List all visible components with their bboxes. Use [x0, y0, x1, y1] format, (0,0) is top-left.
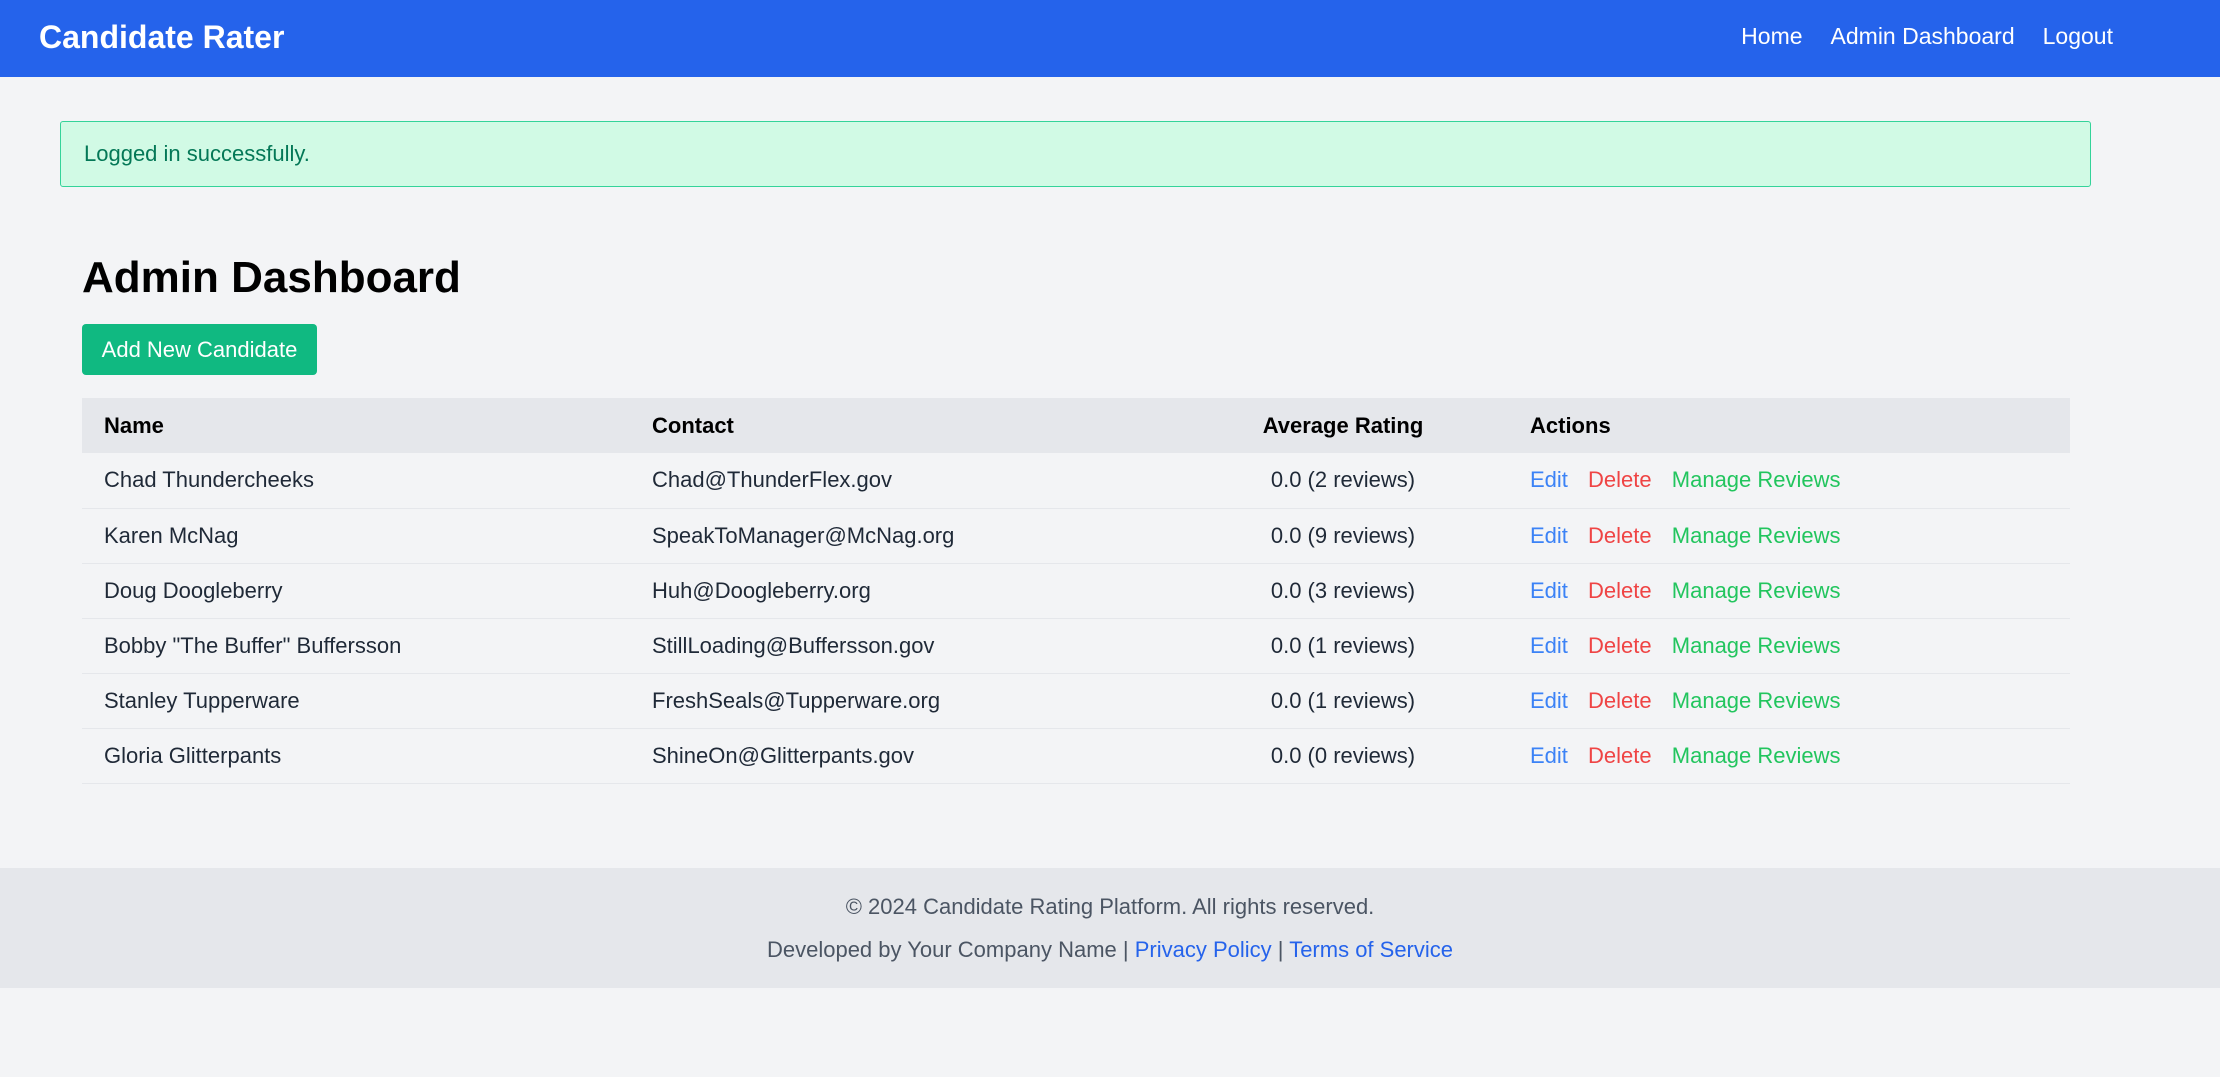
candidate-contact: SpeakToManager@McNag.org: [630, 508, 1178, 564]
column-header-name: Name: [82, 398, 630, 453]
row-actions: Edit Delete Manage Reviews: [1508, 453, 2070, 509]
column-header-contact: Contact: [630, 398, 1178, 453]
manage-reviews-link[interactable]: Manage Reviews: [1672, 467, 1841, 492]
manage-reviews-link[interactable]: Manage Reviews: [1672, 633, 1841, 658]
edit-link[interactable]: Edit: [1530, 688, 1568, 713]
candidate-contact: StillLoading@Buffersson.gov: [630, 618, 1178, 674]
edit-link[interactable]: Edit: [1530, 633, 1568, 658]
candidate-rating: 0.0 (9 reviews): [1178, 508, 1508, 564]
delete-link[interactable]: Delete: [1588, 688, 1652, 713]
candidate-rating: 0.0 (1 reviews): [1178, 673, 1508, 729]
row-actions: Edit Delete Manage Reviews: [1508, 508, 2070, 564]
candidate-rating: 0.0 (3 reviews): [1178, 563, 1508, 619]
footer-separator: |: [1277, 937, 1284, 962]
manage-reviews-link[interactable]: Manage Reviews: [1672, 523, 1841, 548]
table-row: Doug Doogleberry Huh@Doogleberry.org 0.0…: [82, 563, 2070, 619]
footer-links-line: Developed by Your Company Name | Privacy…: [0, 935, 2220, 965]
add-new-candidate-button[interactable]: Add New Candidate: [82, 324, 317, 375]
candidate-name: Karen McNag: [82, 508, 630, 564]
delete-link[interactable]: Delete: [1588, 633, 1652, 658]
candidate-rating: 0.0 (2 reviews): [1178, 453, 1508, 509]
navbar: Candidate Rater Home Admin Dashboard Log…: [0, 0, 2220, 77]
candidate-contact: Chad@ThunderFlex.gov: [630, 453, 1178, 509]
privacy-policy-link[interactable]: Privacy Policy: [1135, 937, 1272, 962]
table-row: Chad Thundercheeks Chad@ThunderFlex.gov …: [82, 453, 2070, 509]
row-actions: Edit Delete Manage Reviews: [1508, 563, 2070, 619]
nav-link-logout[interactable]: Logout: [2043, 20, 2113, 52]
brand-logo-text[interactable]: Candidate Rater: [39, 17, 284, 57]
nav-link-home[interactable]: Home: [1741, 20, 1802, 52]
delete-link[interactable]: Delete: [1588, 523, 1652, 548]
edit-link[interactable]: Edit: [1530, 523, 1568, 548]
table-row: Stanley Tupperware FreshSeals@Tupperware…: [82, 673, 2070, 729]
delete-link[interactable]: Delete: [1588, 578, 1652, 603]
footer-copyright: © 2024 Candidate Rating Platform. All ri…: [845, 894, 1375, 919]
table-row: Karen McNag SpeakToManager@McNag.org 0.0…: [82, 508, 2070, 564]
table-header-row: Name Contact Average Rating Actions: [82, 398, 2070, 453]
row-actions: Edit Delete Manage Reviews: [1508, 618, 2070, 674]
nav-link-admin-dashboard[interactable]: Admin Dashboard: [1831, 20, 2015, 52]
delete-link[interactable]: Delete: [1588, 743, 1652, 768]
edit-link[interactable]: Edit: [1530, 467, 1568, 492]
edit-link[interactable]: Edit: [1530, 578, 1568, 603]
table-row: Gloria Glitterpants ShineOn@Glitterpants…: [82, 728, 2070, 784]
candidate-rating: 0.0 (0 reviews): [1178, 728, 1508, 784]
candidate-name: Stanley Tupperware: [82, 673, 630, 729]
candidate-name: Doug Doogleberry: [82, 563, 630, 619]
candidate-contact: FreshSeals@Tupperware.org: [630, 673, 1178, 729]
candidate-contact: Huh@Doogleberry.org: [630, 563, 1178, 619]
candidate-name: Chad Thundercheeks: [82, 453, 630, 509]
column-header-actions: Actions: [1508, 398, 2070, 453]
candidate-rating: 0.0 (1 reviews): [1178, 618, 1508, 674]
candidate-name: Bobby "The Buffer" Buffersson: [82, 618, 630, 674]
page-title: Admin Dashboard: [82, 253, 461, 302]
manage-reviews-link[interactable]: Manage Reviews: [1672, 578, 1841, 603]
success-alert-text: Logged in successfully.: [84, 141, 310, 166]
column-header-average-rating: Average Rating: [1178, 398, 1508, 453]
success-alert: Logged in successfully.: [60, 121, 2091, 187]
edit-link[interactable]: Edit: [1530, 743, 1568, 768]
manage-reviews-link[interactable]: Manage Reviews: [1672, 688, 1841, 713]
candidate-name: Gloria Glitterpants: [82, 728, 630, 784]
row-actions: Edit Delete Manage Reviews: [1508, 728, 2070, 784]
footer: © 2024 Candidate Rating Platform. All ri…: [0, 868, 2220, 988]
candidate-contact: ShineOn@Glitterpants.gov: [630, 728, 1178, 784]
row-actions: Edit Delete Manage Reviews: [1508, 673, 2070, 729]
delete-link[interactable]: Delete: [1588, 467, 1652, 492]
footer-developed-by: Developed by Your Company Name |: [766, 937, 1129, 962]
manage-reviews-link[interactable]: Manage Reviews: [1672, 743, 1841, 768]
candidates-table: Name Contact Average Rating Actions Chad…: [82, 398, 2070, 784]
table-row: Bobby "The Buffer" Buffersson StillLoadi…: [82, 618, 2070, 674]
terms-of-service-link[interactable]: Terms of Service: [1289, 937, 1453, 962]
nav-links: Home Admin Dashboard Logout: [1741, 20, 2113, 52]
